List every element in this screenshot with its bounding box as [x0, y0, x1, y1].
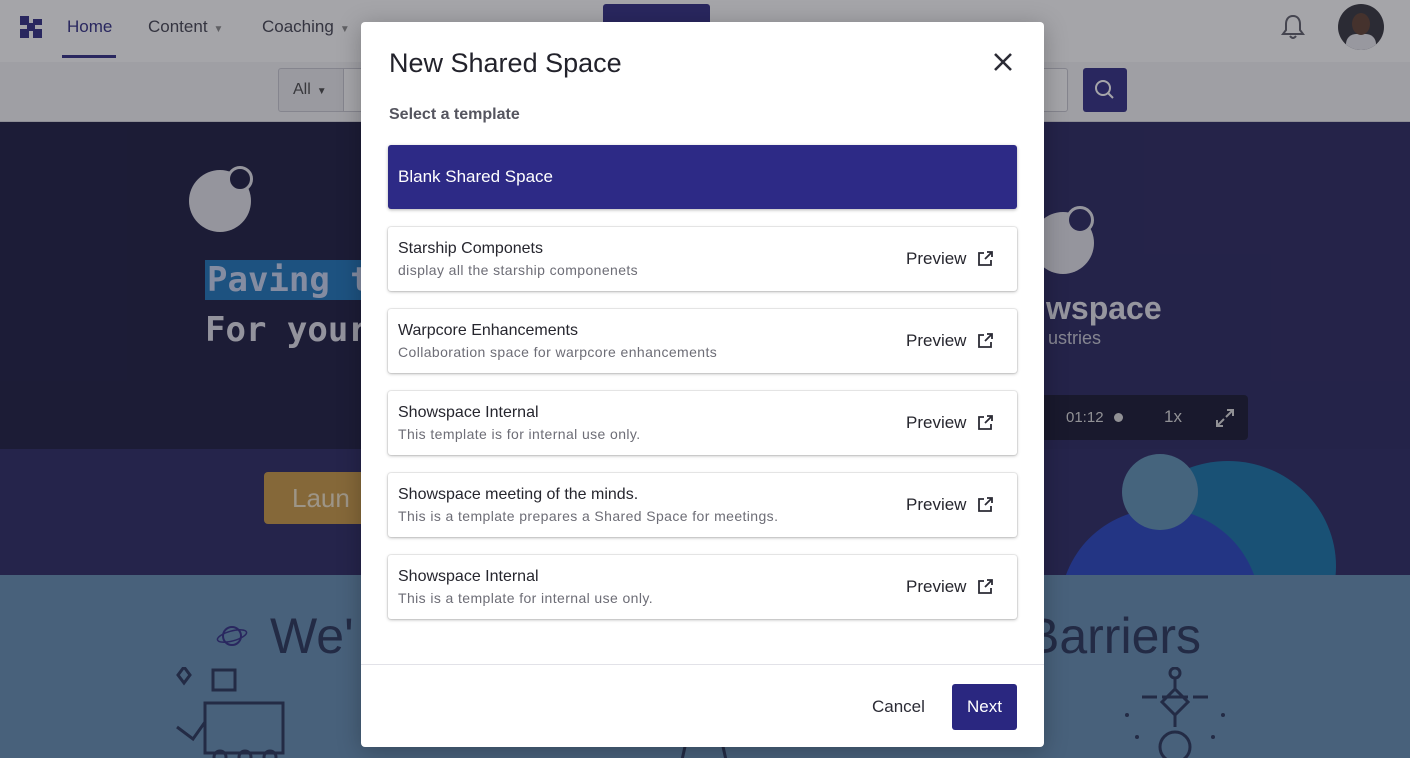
template-description: display all the starship componenets: [398, 262, 639, 278]
preview-label: Preview: [906, 413, 967, 432]
template-description: This is a template prepares a Shared Spa…: [398, 508, 779, 524]
preview-link[interactable]: Preview: [906, 327, 994, 355]
external-link-icon: [978, 579, 994, 594]
template-option[interactable]: Warpcore Enhancements Collaboration spac…: [388, 309, 1017, 373]
preview-link[interactable]: Preview: [906, 245, 994, 273]
preview-link[interactable]: Preview: [906, 409, 994, 437]
external-link-icon: [978, 251, 994, 266]
template-name: Starship Componets: [398, 240, 543, 257]
preview-label: Preview: [906, 577, 967, 596]
template-option[interactable]: Starship Componets display all the stars…: [388, 227, 1017, 291]
close-button[interactable]: [988, 47, 1018, 77]
preview-link[interactable]: Preview: [906, 491, 994, 519]
template-name: Showspace Internal: [398, 568, 539, 585]
external-link-icon: [978, 333, 994, 348]
template-option-blank[interactable]: Blank Shared Space: [388, 145, 1017, 209]
next-button[interactable]: Next: [952, 684, 1017, 730]
template-description: This is a template for internal use only…: [398, 590, 654, 606]
dialog-footer: Cancel Next: [361, 664, 1044, 747]
preview-label: Preview: [906, 249, 967, 268]
new-shared-space-dialog: New Shared Space Select a template Blank…: [361, 22, 1044, 747]
close-icon: [994, 53, 1012, 71]
template-name: Showspace meeting of the minds.: [398, 486, 639, 503]
template-name: Warpcore Enhancements: [398, 322, 578, 339]
preview-link[interactable]: Preview: [906, 573, 994, 601]
cancel-button[interactable]: Cancel: [866, 685, 931, 729]
template-name: Showspace Internal: [398, 404, 539, 421]
preview-label: Preview: [906, 331, 967, 350]
preview-label: Preview: [906, 495, 967, 514]
template-option[interactable]: Showspace Internal This template is for …: [388, 391, 1017, 455]
select-template-label: Select a template: [389, 106, 520, 123]
template-name: Blank Shared Space: [398, 167, 553, 186]
template-description: Collaboration space for warpcore enhance…: [398, 344, 718, 360]
dialog-title: New Shared Space: [389, 48, 622, 78]
external-link-icon: [978, 415, 994, 430]
external-link-icon: [978, 497, 994, 512]
template-option[interactable]: Showspace Internal This is a template fo…: [388, 555, 1017, 619]
template-option[interactable]: Showspace meeting of the minds. This is …: [388, 473, 1017, 537]
template-description: This template is for internal use only.: [398, 426, 641, 442]
